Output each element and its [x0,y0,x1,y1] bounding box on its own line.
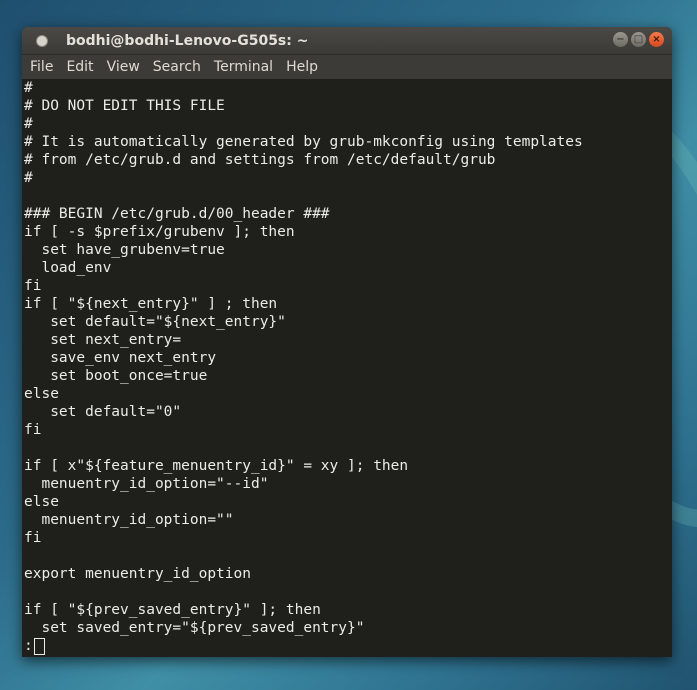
terminal-line: if [ "${prev_saved_entry}" ]; then [24,602,321,618]
terminal-line: fi [24,278,42,294]
terminal-line: ### BEGIN /etc/grub.d/00_header ### [24,206,330,222]
minimize-button[interactable]: − [613,32,628,47]
terminal-line: set default="${next_entry}" [24,314,286,330]
terminal-window[interactable]: bodhi@bodhi-Lenovo-G505s: ~ − □ × File E… [22,27,672,657]
terminal-line: else [24,494,59,510]
terminal-line: if [ -s $prefix/grubenv ]; then [24,224,295,240]
terminal-line: # DO NOT EDIT THIS FILE [24,98,225,114]
terminal-line: # [24,116,33,132]
terminal-line: menuentry_id_option="" [24,512,234,528]
menu-search[interactable]: Search [153,59,208,75]
window-menu-icon[interactable] [36,34,48,47]
terminal-line: save_env next_entry [24,350,217,366]
window-title: bodhi@bodhi-Lenovo-G505s: ~ [66,32,309,49]
terminal-output[interactable]: # # DO NOT EDIT THIS FILE # # It is auto… [22,79,672,657]
terminal-line: menuentry_id_option="--id" [24,476,269,492]
terminal-line: set boot_once=true [24,368,208,384]
terminal-line: fi [24,422,42,438]
terminal-line: if [ "${next_entry}" ] ; then [24,296,278,312]
terminal-line: fi [24,530,42,546]
text-cursor [33,637,45,655]
terminal-line: load_env [24,260,112,276]
terminal-line: export menuentry_id_option [24,566,251,582]
menu-file[interactable]: File [30,59,60,75]
terminal-line: # It is automatically generated by grub-… [24,134,583,150]
menu-terminal[interactable]: Terminal [214,59,280,75]
menu-edit[interactable]: Edit [66,59,100,75]
terminal-line: # from /etc/grub.d and settings from /et… [24,152,496,168]
terminal-line: if [ x"${feature_menuentry_id}" = xy ]; … [24,458,409,474]
pager-prompt-text: : [24,638,33,654]
window-controls: − □ × [613,32,664,47]
terminal-line: set saved_entry="${prev_saved_entry}" [24,620,365,636]
terminal-line: set have_grubenv=true [24,242,225,258]
terminal-line: else [24,386,59,402]
menu-help[interactable]: Help [286,59,325,75]
menu-bar: File Edit View Search Terminal Help [22,55,672,79]
terminal-line: # [24,80,33,96]
maximize-button[interactable]: □ [631,32,646,47]
pager-prompt[interactable]: : [24,637,672,655]
menu-view[interactable]: View [107,59,147,75]
terminal-line: # [24,170,33,186]
terminal-line: set next_entry= [24,332,182,348]
title-bar[interactable]: bodhi@bodhi-Lenovo-G505s: ~ − □ × [22,27,672,55]
terminal-line: set default="0" [24,404,182,420]
close-button[interactable]: × [649,32,664,47]
